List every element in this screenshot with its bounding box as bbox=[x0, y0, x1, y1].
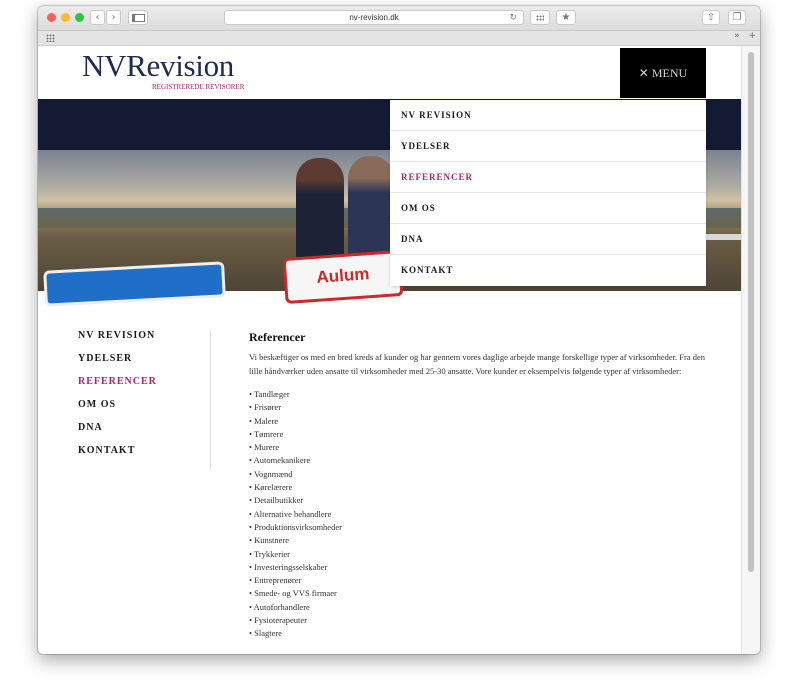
top-sites-button[interactable] bbox=[530, 10, 550, 25]
page-title: Referencer bbox=[249, 330, 306, 344]
forward-icon: › bbox=[111, 12, 116, 23]
sidebar-item-kontakt[interactable]: KONTAKT bbox=[78, 445, 208, 468]
scrollbar-thumb[interactable] bbox=[748, 52, 754, 572]
list-item: Autoforhandlere bbox=[249, 601, 719, 614]
list-item: Produktionsvirksomheder bbox=[249, 521, 719, 534]
back-button[interactable]: ‹ bbox=[90, 10, 105, 25]
intro-text: Vi beskæftiger os med en bred kreds af k… bbox=[249, 352, 705, 376]
list-item: Slagtere bbox=[249, 627, 719, 640]
dropdown-menu: NV REVISION YDELSER REFERENCER OM OS DNA… bbox=[390, 100, 706, 286]
sidebar-icon bbox=[131, 14, 145, 22]
browser-toolbar: ‹ › nv-revision.dk ↻ ★ ⇧ ❐ bbox=[38, 6, 760, 31]
share-button[interactable]: ⇧ bbox=[702, 10, 720, 25]
favorites-grid-icon[interactable] bbox=[46, 34, 55, 42]
list-item: Kunstnere bbox=[249, 534, 719, 547]
share-icon: ⇧ bbox=[706, 12, 716, 23]
overflow-icon[interactable]: » bbox=[734, 31, 740, 41]
hero-town-sign: Aulum bbox=[282, 249, 404, 305]
list-item: Malere bbox=[249, 415, 719, 428]
url-text: nv-revision.dk bbox=[349, 13, 399, 22]
favorites-overflow[interactable]: » + bbox=[734, 31, 756, 41]
client-type-list: TandlægerFrisørerMalereTømrereMurereAuto… bbox=[249, 388, 719, 641]
list-item: Entreprenører bbox=[249, 574, 719, 587]
list-item: Trykkerier bbox=[249, 548, 719, 561]
add-tab-icon[interactable]: + bbox=[748, 31, 756, 41]
back-icon: ‹ bbox=[95, 12, 100, 23]
dropdown-item-ydelser[interactable]: YDELSER bbox=[390, 131, 706, 162]
close-window-button[interactable] bbox=[47, 13, 56, 22]
sidebar-divider bbox=[210, 330, 211, 470]
list-item: Tandlæger bbox=[249, 388, 719, 401]
hero-guardrail bbox=[704, 234, 741, 240]
list-item: Automekanikere bbox=[249, 454, 719, 467]
sidebar-item-nv-revision[interactable]: NV REVISION bbox=[78, 330, 208, 353]
list-item: Murere bbox=[249, 441, 719, 454]
sidebar-item-referencer[interactable]: REFERENCER bbox=[78, 376, 208, 399]
sidebar-toggle-button[interactable] bbox=[128, 10, 148, 25]
dropdown-item-nv-revision[interactable]: NV REVISION bbox=[390, 100, 706, 131]
favorites-bar: » + bbox=[38, 31, 760, 46]
address-bar[interactable]: nv-revision.dk ↻ bbox=[224, 10, 524, 25]
grid-icon bbox=[536, 15, 544, 21]
tabs-icon: ❐ bbox=[732, 12, 742, 23]
list-item: Smede- og VVS firmaer bbox=[249, 587, 719, 600]
dropdown-item-dna[interactable]: DNA bbox=[390, 224, 706, 255]
main-content: Referencer Vi beskæftiger os med en bred… bbox=[249, 330, 719, 641]
sidebar-item-om-os[interactable]: OM OS bbox=[78, 399, 208, 422]
page-scrollbar[interactable] bbox=[741, 46, 760, 654]
sidebar-nav: NV REVISION YDELSER REFERENCER OM OS DNA… bbox=[78, 330, 208, 468]
maximize-window-button[interactable] bbox=[75, 13, 84, 22]
dropdown-item-kontakt[interactable]: KONTAKT bbox=[390, 255, 706, 286]
forward-button[interactable]: › bbox=[106, 10, 121, 25]
list-item: Kørelærere bbox=[249, 481, 719, 494]
star-icon: ★ bbox=[561, 12, 571, 23]
minimize-window-button[interactable] bbox=[61, 13, 70, 22]
reload-icon[interactable]: ↻ bbox=[509, 11, 517, 24]
list-item: Detailbutikker bbox=[249, 494, 719, 507]
list-item: Alternative behandlere bbox=[249, 508, 719, 521]
reader-button[interactable]: ★ bbox=[556, 10, 576, 25]
web-page: NVRevision REGISTREREDE REVISORER ✕ MENU… bbox=[38, 46, 741, 654]
browser-window: ‹ › nv-revision.dk ↻ ★ ⇧ ❐ » + NVRevisio bbox=[38, 6, 760, 654]
logo-tagline: REGISTREREDE REVISORER bbox=[152, 83, 245, 91]
list-item: Tømrere bbox=[249, 428, 719, 441]
site-logo[interactable]: NVRevision REGISTREREDE REVISORER bbox=[82, 48, 244, 92]
list-item: Frisører bbox=[249, 401, 719, 414]
dropdown-item-referencer[interactable]: REFERENCER bbox=[390, 162, 706, 193]
list-item: Vognmænd bbox=[249, 468, 719, 481]
tabs-button[interactable]: ❐ bbox=[728, 10, 746, 25]
list-item: Investeringsselskaber bbox=[249, 561, 719, 574]
sidebar-item-ydelser[interactable]: YDELSER bbox=[78, 353, 208, 376]
menu-button[interactable]: ✕ MENU bbox=[620, 48, 706, 98]
dropdown-item-om-os[interactable]: OM OS bbox=[390, 193, 706, 224]
hero-blue-sign bbox=[43, 261, 226, 307]
logo-name: NVRevision bbox=[82, 48, 235, 83]
sidebar-item-dna[interactable]: DNA bbox=[78, 422, 208, 445]
list-item: Fysioterapeuter bbox=[249, 614, 719, 627]
